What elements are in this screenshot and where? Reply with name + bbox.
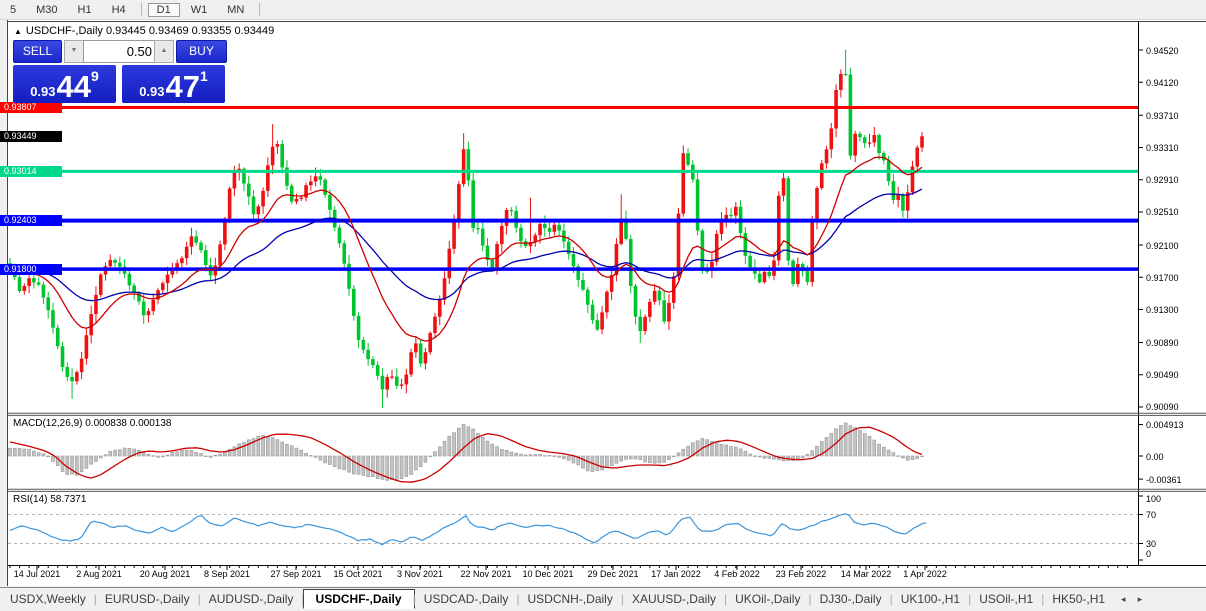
rsi-value: 58.7371 [50, 494, 87, 505]
ohlc-high: 0.93469 [148, 25, 189, 37]
volume-input[interactable]: 0.50 [83, 40, 158, 63]
sell-price-box[interactable]: 0.93 44 9 [13, 65, 116, 103]
trade-panel-toggle-icon[interactable]: ▲ [14, 27, 22, 36]
ohlc-open: 0.93445 [105, 25, 146, 37]
chart-symbol-label: USDCHF-,Daily [25, 25, 103, 37]
sell-button[interactable]: SELL [13, 40, 62, 63]
tab-dj30-daily[interactable]: DJ30-,Daily [810, 590, 892, 608]
tab-xauusd-daily[interactable]: XAUUSD-,Daily [622, 590, 726, 608]
tabs-scroll-right-icon[interactable]: ▸ [1132, 594, 1149, 605]
chart-title: ▲ USDCHF-,Daily 0.93445 0.93469 0.93355 0… [14, 25, 274, 37]
ohlc-close: 0.93449 [234, 25, 275, 37]
tab-eurusd-daily[interactable]: EURUSD-,Daily [95, 590, 200, 608]
volume-decrease-button[interactable]: ▼ [64, 40, 84, 63]
tabs-scroll-left-icon[interactable]: ◂ [1115, 594, 1132, 605]
macd-indicator-label: MACD(12,26,9) 0.000838 0.000138 [13, 418, 172, 429]
tab-audusd-daily[interactable]: AUDUSD-,Daily [199, 590, 304, 608]
sell-price-big: 44 [56, 69, 91, 104]
tab-usdcad-daily[interactable]: USDCAD-,Daily [414, 590, 519, 608]
tab-uk100-h1[interactable]: UK100-,H1 [891, 590, 970, 608]
buy-price-pip: 1 [200, 68, 208, 84]
buy-button[interactable]: BUY [176, 40, 227, 63]
sell-price-pip: 9 [91, 68, 99, 84]
macd-value-signal: 0.000138 [129, 418, 172, 429]
tab-hk50-h1[interactable]: HK50-,H1 [1042, 590, 1115, 608]
tab-usoil-h1[interactable]: USOil-,H1 [969, 590, 1043, 608]
volume-increase-button[interactable]: ▲ [154, 40, 174, 63]
symbol-tabs-bar: USDX,Weekly|EURUSD-,Daily|AUDUSD-,Daily|… [0, 587, 1206, 610]
one-click-trade-panel: SELL ▼ 0.50 ▲ BUY 0.93 44 9 0.93 47 1 [13, 40, 227, 103]
tab-usdx-weekly[interactable]: USDX,Weekly [0, 590, 96, 608]
buy-price-big: 47 [165, 69, 200, 104]
rsi-indicator-label: RSI(14) 58.7371 [13, 494, 87, 505]
triangle-up-icon: ▲ [160, 47, 168, 54]
tab-usdcnh-daily[interactable]: USDCNH-,Daily [518, 590, 623, 608]
tab-usdchf-daily[interactable]: USDCHF-,Daily [302, 588, 415, 609]
tab-ukoil-daily[interactable]: UKOil-,Daily [725, 590, 810, 608]
macd-value-main: 0.000838 [85, 418, 127, 429]
sell-price-prefix: 0.93 [30, 84, 56, 99]
buy-price-prefix: 0.93 [139, 84, 165, 99]
triangle-down-icon: ▼ [70, 47, 78, 54]
buy-price-box[interactable]: 0.93 47 1 [122, 65, 225, 103]
ohlc-low: 0.93355 [191, 25, 232, 37]
